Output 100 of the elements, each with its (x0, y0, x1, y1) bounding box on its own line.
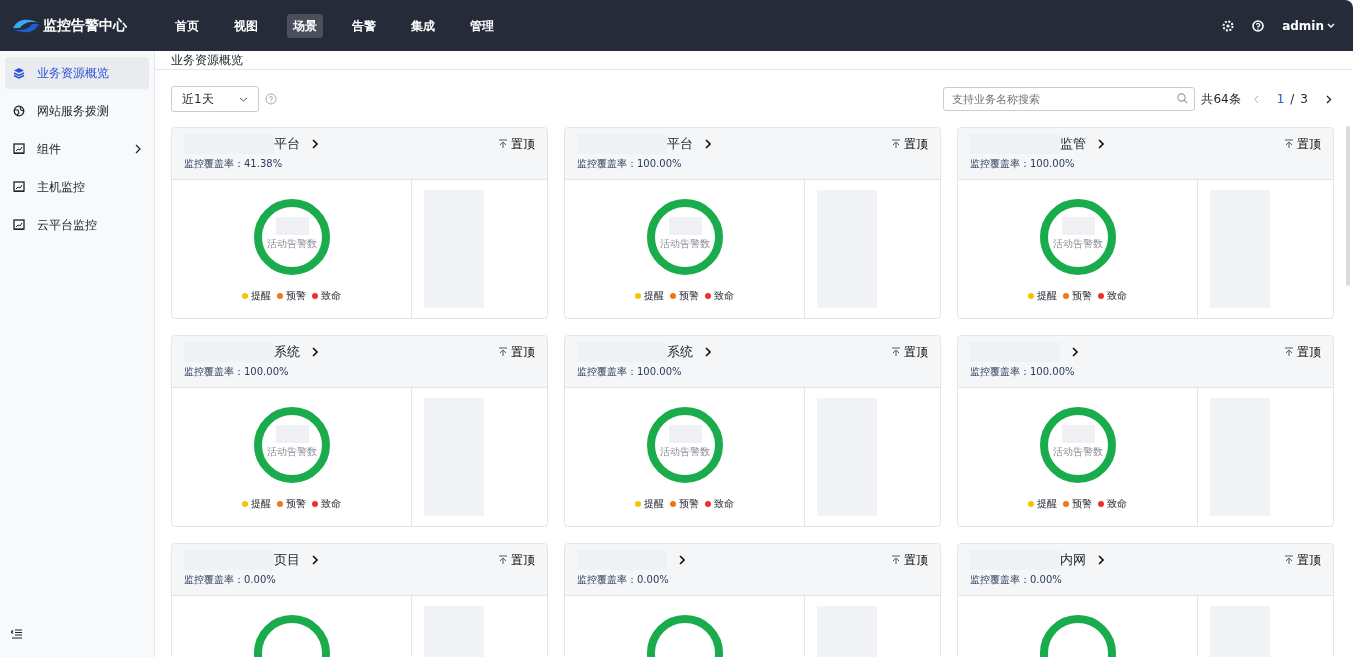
legend-label: 提醒 (251, 497, 271, 511)
legend-label: 提醒 (1037, 497, 1057, 511)
legend-label: 提醒 (644, 497, 664, 511)
legend-label: 致命 (714, 497, 734, 511)
chart-icon (13, 143, 25, 155)
sidebar-item[interactable]: 组件 (5, 133, 149, 165)
pin-button[interactable]: 置顶 (891, 135, 928, 153)
chevron-icon[interactable] (1098, 139, 1104, 149)
pin-button[interactable]: 置顶 (891, 551, 928, 569)
coverage-text: 监控覆盖率：41.38% (184, 157, 284, 171)
pin-button[interactable]: 置顶 (498, 135, 535, 153)
legend-label: 致命 (1107, 497, 1127, 511)
pin-button[interactable]: 置顶 (891, 343, 928, 361)
app-title: 监控告警中心 (43, 16, 127, 35)
card-title[interactable]: 系统 (274, 342, 300, 362)
pin-icon (891, 347, 901, 357)
legend-label: 提醒 (251, 289, 271, 303)
chart-icon (13, 219, 25, 231)
legend-label: 预警 (1072, 289, 1092, 303)
search-field[interactable]: 支持业务名称搜索 (943, 87, 1196, 111)
chevron-icon[interactable] (312, 347, 318, 357)
coverage-text: 监控覆盖率：100.00% (970, 365, 1076, 379)
legend-label: 致命 (321, 289, 341, 303)
collapse-icon[interactable] (11, 629, 22, 639)
pin-icon (891, 555, 901, 565)
coverage-text: 监控覆盖率：100.00% (577, 157, 683, 171)
chevron-icon[interactable] (1072, 347, 1078, 357)
menu-tab[interactable]: 首页 (169, 13, 205, 38)
pin-icon (1284, 139, 1294, 149)
pin-button[interactable]: 置顶 (1284, 135, 1321, 153)
page-separator: / (1290, 91, 1295, 108)
legend-label: 预警 (1072, 497, 1092, 511)
card-title[interactable]: 系统 (667, 342, 693, 362)
pin-button[interactable]: 置顶 (498, 551, 535, 569)
card-title[interactable]: 内网 (1060, 550, 1086, 570)
chevron-icon[interactable] (679, 555, 685, 565)
coverage-text: 监控覆盖率：0.00% (184, 573, 277, 587)
coverage-text: 监控覆盖率：0.00% (577, 573, 670, 587)
legend-label: 预警 (679, 497, 699, 511)
card-title[interactable]: 页目 (274, 550, 300, 570)
pin-icon (891, 139, 901, 149)
chevron-icon[interactable] (1098, 555, 1104, 565)
layers-icon (13, 67, 25, 79)
legend-label: 致命 (321, 497, 341, 511)
chevron-icon[interactable] (135, 144, 141, 154)
pin-button[interactable]: 置顶 (498, 343, 535, 361)
search-icon[interactable] (1177, 93, 1189, 104)
legend-label: 提醒 (1037, 289, 1057, 303)
chevron-icon[interactable] (312, 555, 318, 565)
menu-tab[interactable]: 管理 (464, 13, 500, 38)
donut-label: 活动告警数 (659, 446, 710, 457)
legend-label: 预警 (286, 289, 306, 303)
legend-label: 预警 (679, 289, 699, 303)
page-count: 3 (1300, 91, 1308, 108)
pin-icon (1284, 347, 1294, 357)
legend-label: 提醒 (644, 289, 664, 303)
donut-label: 活动告警数 (659, 238, 710, 249)
settings-icon[interactable] (1222, 19, 1235, 32)
chevron-icon[interactable] (312, 139, 318, 149)
menu-tab[interactable]: 集成 (405, 13, 441, 38)
current-page: 1 (1276, 91, 1285, 108)
donut-label: 活动告警数 (1052, 446, 1103, 457)
pin-button[interactable]: 置顶 (1284, 343, 1321, 361)
menu-tab[interactable]: 视图 (228, 13, 264, 38)
next-page-icon[interactable] (1326, 94, 1332, 104)
breadcrumb: 业务资源概览 (171, 52, 243, 69)
menu-tab[interactable]: 场景 (287, 13, 323, 38)
legend-label: 预警 (286, 497, 306, 511)
donut-label: 活动告警数 (266, 446, 317, 457)
card-title[interactable]: 平台 (667, 134, 693, 154)
chart-icon (13, 181, 25, 193)
coverage-text: 监控覆盖率：100.00% (577, 365, 683, 379)
sidebar-item[interactable]: 业务资源概览 (5, 57, 149, 89)
donut-label: 活动告警数 (1052, 238, 1103, 249)
card-title[interactable]: 监管 (1060, 134, 1086, 154)
pin-icon (1284, 555, 1294, 565)
chevron-icon[interactable] (705, 347, 711, 357)
chevron-icon[interactable] (705, 139, 711, 149)
sidebar-item[interactable]: 网站服务拨测 (5, 95, 149, 127)
globe-icon (13, 105, 25, 117)
pin-button[interactable]: 置顶 (1284, 551, 1321, 569)
pin-icon (498, 555, 508, 565)
scrollbar[interactable] (1346, 126, 1350, 286)
user-menu[interactable]: admin (1282, 16, 1324, 35)
coverage-text: 监控覆盖率：100.00% (970, 157, 1076, 171)
coverage-text: 监控覆盖率：0.00% (970, 573, 1063, 587)
sidebar-item[interactable]: 云平台监控 (5, 209, 149, 241)
legend-label: 致命 (714, 289, 734, 303)
sidebar-item[interactable]: 主机监控 (5, 171, 149, 203)
total-count: 共64条 (1201, 91, 1241, 108)
logo-icon (12, 17, 40, 34)
card-title[interactable]: 平台 (274, 134, 300, 154)
legend-label: 致命 (1107, 289, 1127, 303)
pin-icon (498, 139, 508, 149)
coverage-text: 监控覆盖率：100.00% (184, 365, 290, 379)
time-range-select[interactable]: 近1天 (171, 86, 259, 112)
donut-label: 活动告警数 (266, 238, 317, 249)
pin-icon (498, 347, 508, 357)
menu-tab[interactable]: 告警 (346, 13, 382, 38)
caret-icon[interactable] (239, 96, 248, 102)
